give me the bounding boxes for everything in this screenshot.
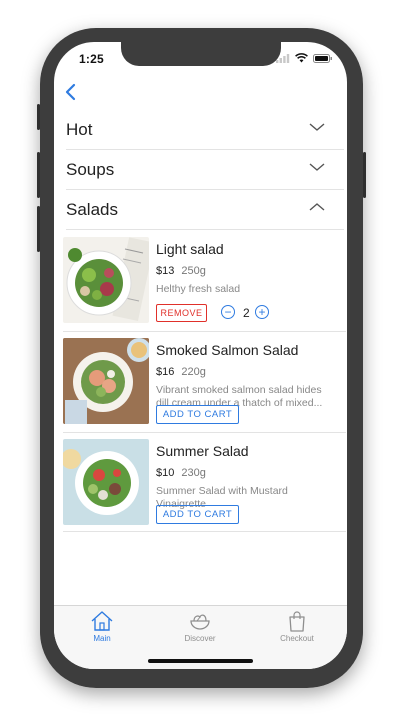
add-to-cart-button[interactable]: ADD TO CART xyxy=(156,505,239,524)
salad-bowl-icon xyxy=(190,614,210,630)
decrement-button[interactable]: − xyxy=(221,305,235,319)
product-name: Light salad xyxy=(156,241,224,257)
product-weight: 230g xyxy=(181,467,206,479)
product-item-smoked-salmon-salad: Smoked Salmon Salad $16 220g Vibrant smo… xyxy=(63,332,346,433)
product-description: Helthy fresh salad xyxy=(156,283,241,295)
volume-down-button xyxy=(37,206,40,252)
device-notch xyxy=(121,42,281,66)
product-weight: 220g xyxy=(181,366,206,378)
back-chevron-icon[interactable] xyxy=(59,80,83,104)
shopping-bag-icon xyxy=(289,611,305,632)
status-time: 1:25 xyxy=(79,52,104,66)
category-hot[interactable]: Hot xyxy=(66,110,344,150)
product-price: $13 xyxy=(156,265,175,277)
product-name: Summer Salad xyxy=(156,443,249,459)
chevron-down-icon xyxy=(309,123,325,131)
product-price: $16 xyxy=(156,366,175,378)
product-item-summer-salad: Summer Salad $10 230g Summer Salad with … xyxy=(63,433,346,532)
cellular-signal-icon xyxy=(276,53,290,63)
remove-button[interactable]: REMOVE xyxy=(156,304,207,322)
tab-discover[interactable]: Discover xyxy=(160,610,240,643)
quantity-stepper: − 2 + xyxy=(221,304,271,322)
battery-icon xyxy=(313,53,332,63)
tab-label: Checkout xyxy=(280,634,314,643)
power-button xyxy=(363,152,366,198)
tab-label: Main xyxy=(93,634,111,643)
mute-switch xyxy=(37,104,40,130)
product-price-row: $13 250g xyxy=(156,265,206,277)
category-salads[interactable]: Salads xyxy=(66,190,344,230)
chevron-up-icon xyxy=(309,203,325,211)
category-soups[interactable]: Soups xyxy=(66,150,344,190)
tab-main[interactable]: Main xyxy=(62,610,142,643)
quantity-value: 2 xyxy=(243,306,250,320)
status-icons xyxy=(276,53,333,63)
tab-label: Discover xyxy=(184,634,216,643)
category-label: Hot xyxy=(66,120,93,139)
product-item-light-salad: Light salad $13 250g Helthy fresh salad … xyxy=(63,231,346,332)
tab-checkout[interactable]: Checkout xyxy=(257,610,337,643)
category-label: Salads xyxy=(66,200,118,219)
product-image xyxy=(63,338,149,424)
product-price-row: $10 230g xyxy=(156,467,206,479)
product-image xyxy=(63,237,149,323)
product-price: $10 xyxy=(156,467,175,479)
increment-button[interactable]: + xyxy=(255,305,269,319)
app-screen: 1:25 Hot Soups Salads Light salad $13 25… xyxy=(54,42,347,669)
product-name: Smoked Salmon Salad xyxy=(156,342,299,358)
product-price-row: $16 220g xyxy=(156,366,206,378)
volume-up-button xyxy=(37,152,40,198)
home-icon xyxy=(91,611,113,631)
product-image xyxy=(63,439,149,525)
home-indicator xyxy=(148,659,253,663)
chevron-down-icon xyxy=(309,163,325,171)
add-to-cart-button[interactable]: ADD TO CART xyxy=(156,405,239,424)
category-label: Soups xyxy=(66,160,115,179)
product-weight: 250g xyxy=(181,265,206,277)
wifi-icon xyxy=(295,53,308,63)
